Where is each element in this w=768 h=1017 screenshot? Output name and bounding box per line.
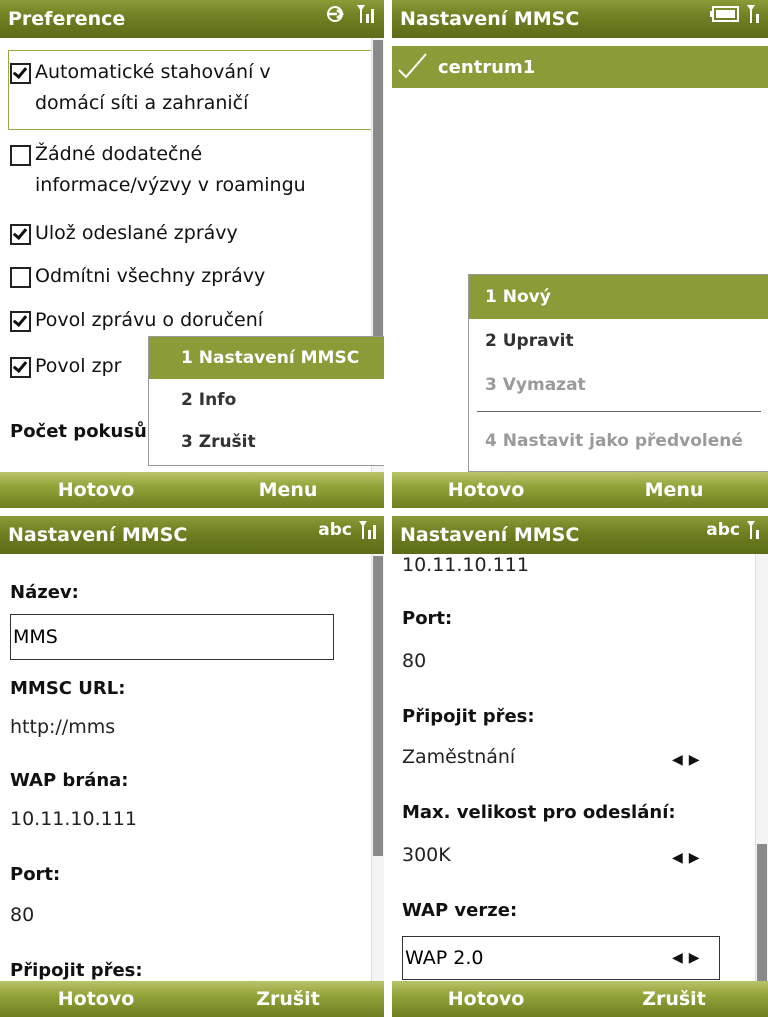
menu-divider: [477, 411, 761, 412]
battery-icon: [710, 6, 739, 22]
menu-item-mmsc-settings[interactable]: 1 Nastavení MMSC: [149, 337, 384, 379]
menu-item-edit[interactable]: 2 Upravit: [469, 319, 768, 363]
page-title: Preference: [8, 8, 126, 30]
wap-gateway-field[interactable]: 10.11.10.111: [402, 554, 529, 576]
checkbox-checked-icon: [10, 357, 31, 378]
port-field[interactable]: 80: [10, 904, 34, 926]
retry-count-label: Počet pokusů: [10, 421, 147, 442]
list-item-label: centrum1: [438, 56, 536, 78]
wap-gateway-label: WAP brána:: [10, 770, 129, 791]
soft-key-cancel[interactable]: Zrušit: [192, 981, 384, 1017]
soft-key-done[interactable]: Hotovo: [392, 981, 580, 1017]
checkbox-save-sent[interactable]: Ulož odeslané zprávy: [10, 218, 238, 249]
title-bar: Preference: [0, 0, 384, 38]
menu-item-info[interactable]: 2 Info: [149, 379, 384, 421]
scrollbar-thumb[interactable]: [373, 40, 383, 340]
soft-key-bar: Hotovo Menu: [392, 472, 768, 508]
panel-mmsc-list: Nastavení MMSC centrum1 1 Nový 2 Upravit…: [392, 0, 768, 508]
checkbox-label: Žádné dodatečné: [35, 143, 203, 165]
mmsc-url-label: MMSC URL:: [10, 678, 126, 699]
port-label: Port:: [402, 608, 453, 629]
checkbox-label: domácí síti a zahraničí: [35, 92, 249, 114]
checkbox-unchecked-icon: [10, 145, 31, 166]
title-bar: Nastavení MMSC abc: [392, 516, 768, 554]
soft-key-bar: Hotovo Zrušit: [0, 981, 384, 1017]
title-bar: Nastavení MMSC: [392, 0, 768, 38]
checkbox-auto-download[interactable]: Automatické stahování v domácí síti a zah…: [10, 57, 271, 119]
signal-icon: [359, 521, 376, 539]
menu-item-new[interactable]: 1 Nový: [469, 275, 768, 319]
max-size-field[interactable]: 300K: [402, 844, 451, 866]
list-item-centrum1[interactable]: centrum1: [392, 46, 768, 88]
title-bar: Nastavení MMSC abc: [0, 516, 384, 554]
checkbox-reject-all[interactable]: Odmítni všechny zprávy: [10, 261, 265, 292]
scrollbar[interactable]: [371, 554, 384, 981]
soft-key-bar: Hotovo Zrušit: [392, 981, 768, 1017]
checkbox-label: Povol zpr: [35, 355, 122, 377]
data-connection-icon: [327, 6, 345, 22]
connect-via-label: Připojit přes:: [10, 960, 143, 981]
checkbox-checked-icon: [10, 311, 31, 332]
page-title: Nastavení MMSC: [8, 524, 188, 546]
checkbox-no-roaming-prompts[interactable]: Žádné dodatečné informace/výzvy v roaming…: [10, 139, 306, 201]
soft-key-done[interactable]: Hotovo: [0, 981, 192, 1017]
checkbox-unchecked-icon: [10, 267, 31, 288]
context-menu: 1 Nastavení MMSC 2 Info 3 Zrušit: [148, 336, 384, 466]
signal-icon: [357, 5, 374, 23]
connect-via-label: Připojit přes:: [402, 706, 535, 727]
soft-key-bar: Hotovo Menu: [0, 472, 384, 508]
status-icons: [710, 4, 762, 24]
soft-key-done[interactable]: Hotovo: [0, 472, 192, 508]
checkbox-checked-icon: [10, 224, 31, 245]
connect-via-field[interactable]: Zaměstnání: [402, 746, 515, 768]
menu-item-set-default: 4 Nastavit jako předvolené: [485, 431, 743, 451]
checkbox-delivery-report[interactable]: Povol zprávu o doručení: [10, 305, 263, 336]
port-field[interactable]: 80: [402, 650, 426, 672]
left-right-arrows-icon[interactable]: ◀▶: [672, 850, 706, 866]
menu-item-cancel[interactable]: 3 Zrušit: [149, 421, 384, 463]
panel-preference: Preference Automatické stahování v domácí…: [0, 0, 384, 508]
checkbox-label: Automatické stahování v: [35, 61, 271, 83]
signal-icon: [747, 5, 759, 23]
max-size-label: Max. velikost pro odeslání:: [402, 802, 676, 823]
status-icons: abc: [706, 520, 762, 540]
left-right-arrows-icon[interactable]: ◀▶: [672, 950, 706, 966]
input-mode-indicator: abc: [318, 520, 352, 540]
input-mode-indicator: abc: [706, 520, 740, 540]
wap-version-label: WAP verze:: [402, 900, 518, 921]
soft-key-done[interactable]: Hotovo: [392, 472, 580, 508]
soft-key-menu[interactable]: Menu: [580, 472, 768, 508]
context-menu: 1 Nový 2 Upravit 3 Vymazat 4 Nastavit ja…: [468, 274, 768, 472]
soft-key-menu[interactable]: Menu: [192, 472, 384, 508]
page-title: Nastavení MMSC: [400, 524, 580, 546]
scrollbar[interactable]: [755, 554, 768, 1014]
checkbox-checked-icon: [10, 63, 31, 84]
left-right-arrows-icon[interactable]: ◀▶: [672, 752, 706, 768]
status-icons: [326, 4, 378, 24]
checkbox-label: Povol zprávu o doručení: [35, 309, 264, 331]
name-label: Název:: [10, 582, 79, 603]
panel-mmsc-edit-bottom: Nastavení MMSC abc 10.11.10.111 Port: 80…: [392, 516, 768, 1017]
scrollbar-thumb[interactable]: [373, 556, 383, 856]
wap-gateway-field[interactable]: 10.11.10.111: [10, 808, 137, 830]
checkbox-label: Ulož odeslané zprávy: [35, 222, 238, 244]
status-icons: abc: [318, 520, 378, 540]
checkbox-allow-message[interactable]: Povol zpr: [10, 351, 121, 382]
checkmark-icon: [398, 53, 427, 79]
menu-item-delete: 3 Vymazat: [485, 375, 586, 395]
wap-version-value: WAP 2.0: [405, 947, 484, 969]
checkbox-label: Odmítni všechny zprávy: [35, 265, 266, 287]
port-label: Port:: [10, 864, 61, 885]
mmsc-url-field[interactable]: http://mms: [10, 716, 115, 738]
signal-icon: [747, 521, 759, 539]
name-field[interactable]: MMS: [10, 614, 334, 660]
panel-mmsc-edit-top: Nastavení MMSC abc Název: MMS MMSC URL: …: [0, 516, 384, 1017]
checkbox-label: informace/výzvy v roamingu: [35, 174, 306, 196]
soft-key-cancel[interactable]: Zrušit: [580, 981, 768, 1017]
page-title: Nastavení MMSC: [400, 8, 580, 30]
